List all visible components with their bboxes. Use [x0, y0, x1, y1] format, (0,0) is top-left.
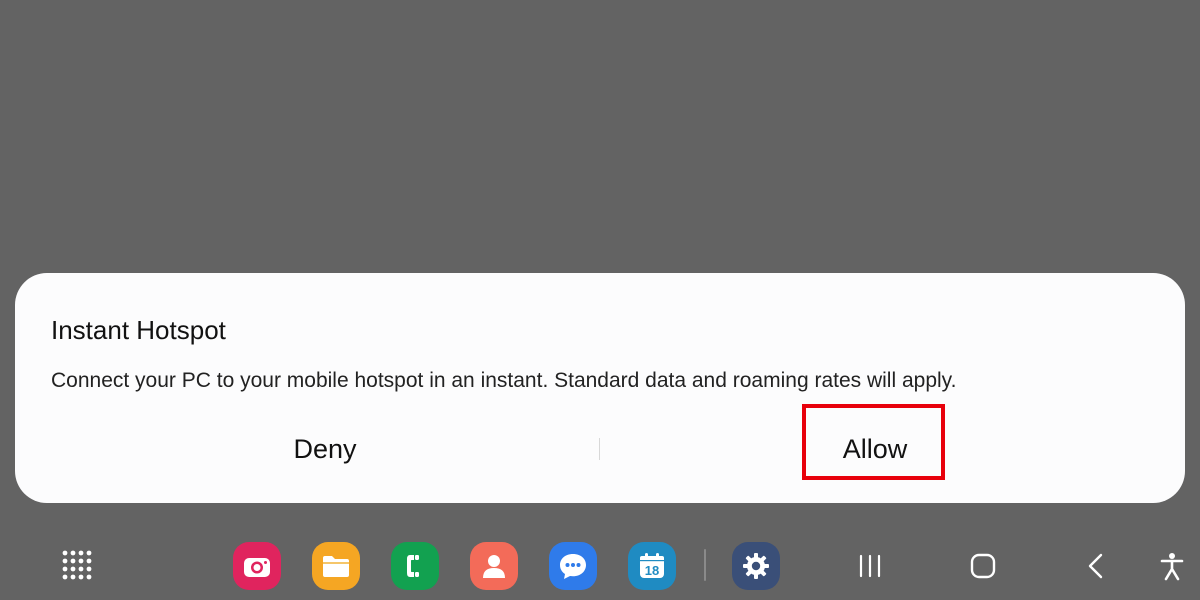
calendar-day: 18 [645, 563, 659, 578]
dialog-message: Connect your PC to your mobile hotspot i… [51, 369, 957, 392]
folder-icon[interactable] [312, 542, 360, 590]
back-icon[interactable] [1076, 546, 1116, 586]
accessibility-icon[interactable] [1152, 546, 1192, 586]
recents-icon[interactable] [850, 546, 890, 586]
dock-divider [704, 549, 706, 581]
camera-icon[interactable] [233, 542, 281, 590]
settings-icon[interactable] [732, 542, 780, 590]
screen: Instant Hotspot Connect your PC to your … [0, 0, 1200, 600]
instant-hotspot-dialog: Instant Hotspot Connect your PC to your … [15, 273, 1185, 503]
dialog-actions: Deny Allow [15, 419, 1185, 479]
deny-button[interactable]: Deny [35, 419, 615, 479]
allow-button[interactable]: Allow [615, 419, 1135, 479]
phone-icon[interactable] [391, 542, 439, 590]
action-divider [599, 438, 600, 460]
taskbar: 18 [0, 530, 1200, 600]
contacts-icon[interactable] [470, 542, 518, 590]
apps-grid-icon[interactable] [60, 548, 92, 580]
home-icon[interactable] [963, 546, 1003, 586]
dialog-title: Instant Hotspot [51, 315, 226, 345]
calendar-icon[interactable]: 18 [628, 542, 676, 590]
messages-icon[interactable] [549, 542, 597, 590]
